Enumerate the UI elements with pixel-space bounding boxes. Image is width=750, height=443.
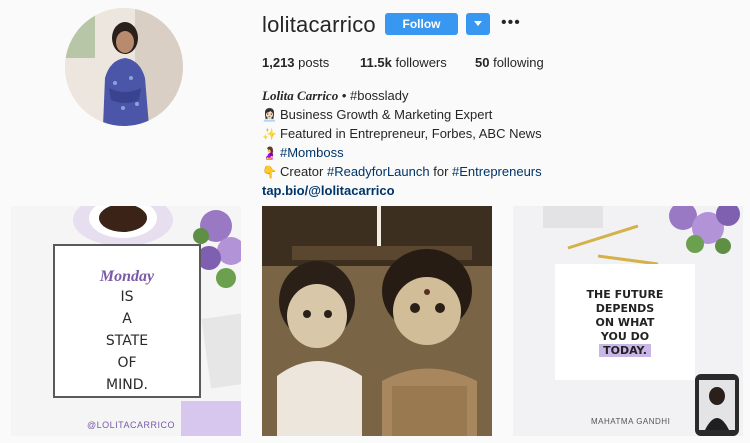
sparkles-icon: ✨ bbox=[262, 127, 277, 141]
post-childhood-photo[interactable] bbox=[262, 206, 492, 436]
quote-line: MIND. bbox=[106, 377, 148, 393]
post-1-handle: @LOLITACARRICO bbox=[87, 420, 175, 430]
quote-author: MAHATMA GANDHI bbox=[591, 417, 671, 426]
posts-stat: 1,213 posts bbox=[262, 55, 329, 70]
quote-line: IS bbox=[120, 289, 134, 305]
pointing-down-icon: 👇 bbox=[262, 165, 277, 179]
suggested-dropdown-button[interactable] bbox=[466, 13, 490, 35]
quote-line: THE FUTURE bbox=[586, 288, 664, 301]
monday-quote-card: Monday IS A STATE OF MIND. bbox=[53, 244, 201, 398]
following-stat[interactable]: 50 following bbox=[475, 55, 544, 70]
profile-bio: Lolita Carrico • #bosslady 👩🏻‍💼 Business … bbox=[262, 86, 542, 200]
followers-count: 11.5k bbox=[360, 55, 392, 70]
followers-label: followers bbox=[395, 55, 447, 70]
quote-line: DEPENDS bbox=[595, 302, 655, 315]
pregnant-woman-icon: 🤰 bbox=[262, 146, 277, 160]
bio-line-2: Featured in Entrepreneur, Forbes, ABC Ne… bbox=[280, 126, 542, 141]
bio-website-link[interactable]: tap.bio/@lolitacarrico bbox=[262, 183, 395, 198]
quote-highlight: TODAY. bbox=[599, 344, 651, 357]
bio-name-suffix: • #bosslady bbox=[338, 88, 409, 103]
profile-username: lolitacarrico bbox=[262, 12, 376, 37]
bio-line-4-mid: for bbox=[429, 164, 453, 179]
quote-line: STATE bbox=[105, 333, 149, 349]
quote-line: OF bbox=[117, 355, 137, 371]
quote-line: YOU DO bbox=[600, 330, 650, 343]
post-gandhi-quote[interactable]: THE FUTURE DEPENDS ON WHAT YOU DO TODAY.… bbox=[513, 206, 743, 436]
followers-stat[interactable]: 11.5k followers bbox=[360, 55, 447, 70]
hashtag-entrepreneurs[interactable]: #Entrepreneurs bbox=[452, 164, 542, 179]
follow-button[interactable]: Follow bbox=[385, 13, 458, 35]
bio-line-4-prefix: Creator bbox=[280, 164, 327, 179]
posts-label: posts bbox=[298, 55, 330, 70]
following-count: 50 bbox=[475, 55, 490, 70]
hashtag-momboss[interactable]: #Momboss bbox=[280, 145, 344, 160]
bio-line-1: Business Growth & Marketing Expert bbox=[280, 107, 493, 122]
childhood-photo bbox=[262, 206, 492, 436]
more-options-icon[interactable]: ••• bbox=[501, 13, 521, 33]
bio-full-name: Lolita Carrico bbox=[262, 88, 339, 103]
post-monday-quote[interactable]: Monday IS A STATE OF MIND. @LOLITACARRIC… bbox=[11, 206, 241, 436]
businesswoman-icon: 👩🏻‍💼 bbox=[262, 108, 277, 122]
profile-avatar[interactable] bbox=[65, 8, 183, 126]
monday-word: Monday bbox=[99, 268, 155, 285]
hashtag-readyforlaunch[interactable]: #ReadyforLaunch bbox=[327, 164, 430, 179]
chevron-down-icon bbox=[474, 21, 482, 26]
avatar-photo bbox=[65, 8, 183, 126]
posts-count: 1,213 bbox=[262, 55, 295, 70]
quote-line: ON WHAT bbox=[595, 316, 655, 329]
gandhi-quote-card: THE FUTURE DEPENDS ON WHAT YOU DO TODAY. bbox=[555, 264, 695, 380]
following-label: following bbox=[493, 55, 544, 70]
quote-line: A bbox=[122, 311, 132, 327]
